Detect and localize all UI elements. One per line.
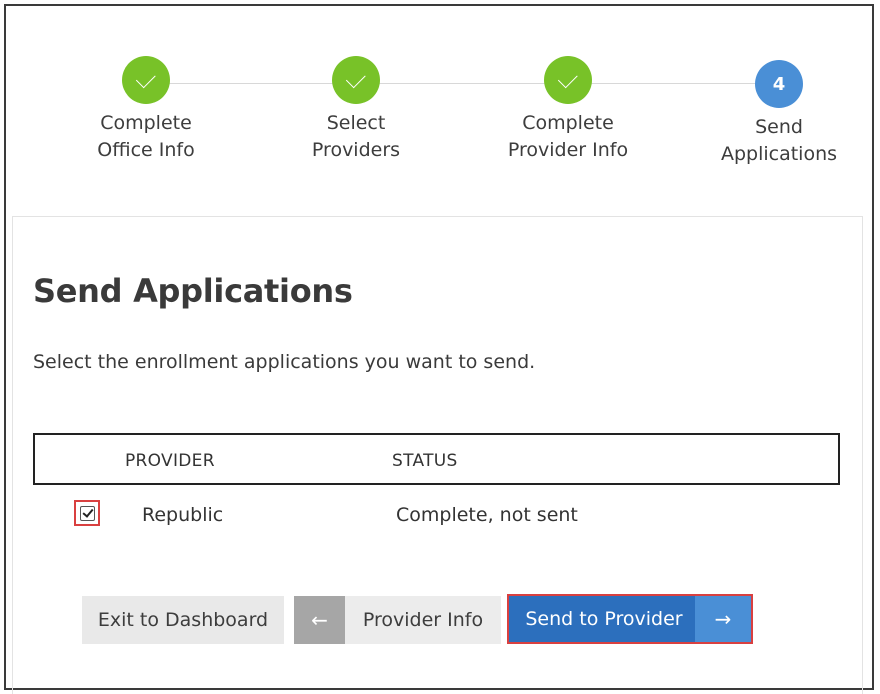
send-button-label: Send to Provider xyxy=(525,608,683,630)
step-label-line1: Select xyxy=(326,112,386,134)
arrow-left-icon: ← xyxy=(294,596,345,644)
arrow-right-icon: → xyxy=(695,596,751,642)
step-label-line1: Complete xyxy=(100,112,192,134)
row-select-checkbox[interactable] xyxy=(74,500,100,526)
step-label-line2: Providers xyxy=(311,139,401,161)
step-label-line1: Complete xyxy=(522,112,614,134)
send-to-provider-button[interactable]: Send to Provider → xyxy=(507,594,753,644)
page-title: Send Applications xyxy=(33,272,353,310)
step-number-badge: 4 xyxy=(755,60,803,108)
row-status: Complete, not sent xyxy=(396,504,578,526)
step-complete-checkmark-icon xyxy=(332,56,380,104)
column-header-status: STATUS xyxy=(392,451,458,471)
back-button-label: Provider Info xyxy=(362,609,484,631)
page-description: Select the enrollment applications you w… xyxy=(33,351,536,373)
table-header: PROVIDER STATUS xyxy=(33,433,840,485)
step-label-line2: Provider Info xyxy=(507,139,629,161)
step-label-line2: Applications xyxy=(720,143,838,165)
exit-to-dashboard-button[interactable]: Exit to Dashboard xyxy=(82,596,284,644)
stepper-connector xyxy=(146,83,780,84)
step-label-line2: Office Info xyxy=(97,139,195,161)
row-provider-name: Republic xyxy=(142,504,224,526)
back-provider-info-button[interactable]: ← Provider Info xyxy=(294,596,501,644)
step-complete-checkmark-icon xyxy=(122,56,170,104)
exit-to-dashboard-label: Exit to Dashboard xyxy=(97,609,269,631)
checkbox-checked-icon xyxy=(79,505,95,521)
column-header-provider: PROVIDER xyxy=(125,451,215,471)
step-complete-checkmark-icon xyxy=(544,56,592,104)
step-label-line1: Send xyxy=(755,116,803,138)
